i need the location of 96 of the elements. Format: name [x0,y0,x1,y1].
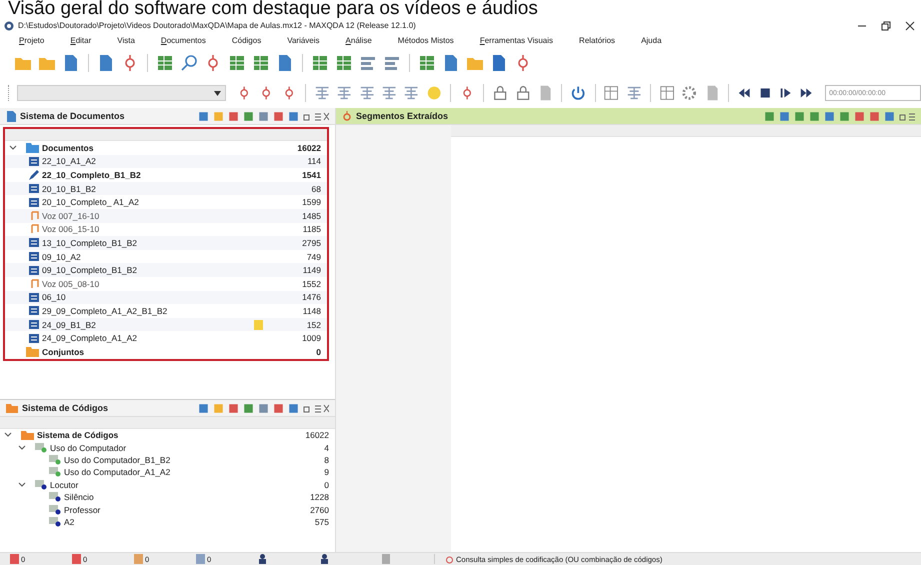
count-text: 575 [314,516,329,527]
count-text: 1476 [302,292,321,302]
document-name[interactable]: Voz 005_08-10 [42,278,100,289]
text-document-icon [29,334,39,343]
menu-item[interactable]: Ferramentas Visuais [472,36,560,45]
menu-item[interactable]: Métodos Mistos [390,36,461,45]
code-name[interactable]: Silêncio [64,492,94,502]
code-name[interactable]: Uso do Computador_B1_B2 [64,454,170,465]
count-text: 0 [316,346,321,357]
count-text: 0 [324,480,329,490]
chevron-icon[interactable] [18,444,26,452]
window-title: D:\Estudos\Doutorado\Projeto\Videos Doutorado\MaxQDA\Mapa de Aulas.mx12 - MAXQDA 12 (Release 12.1.0) [18,21,416,30]
count-text: 1228 [310,492,329,502]
gear-icon[interactable] [681,84,698,102]
document-name[interactable]: 20_10_Completo_ A1_A2 [42,197,139,208]
menu-item[interactable]: Vista [110,36,142,45]
power-icon[interactable] [570,84,587,102]
person-icon [320,554,329,564]
code-icon [49,467,61,478]
count-text: 1599 [302,197,321,208]
window-controls-icon[interactable] [899,112,915,120]
document-name[interactable]: 13_10_Completo_B1_B2 [42,238,137,248]
document-name[interactable]: 29_09_Completo_A1_A2_B1_B2 [42,306,168,316]
menu-item[interactable]: Projeto [12,36,52,45]
music-note-icon [29,210,39,221]
count-text: 1009 [302,333,321,344]
caret-icon [214,90,222,96]
restore-icon[interactable] [881,20,891,30]
count-text: 114 [307,156,321,166]
code-icon [35,442,47,453]
chevron-icon[interactable] [4,431,12,440]
menu-item[interactable]: Códigos [224,36,268,45]
text-document-icon [29,198,39,207]
code-icon [49,516,61,527]
count-text: 9 [324,467,329,478]
code-icon [49,504,61,515]
count-text: 1541 [302,170,321,180]
code-icon [49,492,61,502]
text-document-icon [29,306,39,316]
close-icon[interactable] [905,20,915,30]
document-name[interactable]: 06_10 [42,292,66,302]
music-note-icon [29,224,39,234]
menu-item[interactable]: Documentos [154,36,213,45]
count-text: 152 [306,320,321,330]
code-icon [49,454,61,465]
code-name[interactable]: Sistema de Códigos [37,430,118,440]
count-text: 1149 [302,265,321,276]
panel-title: Sistema de Documentos [20,111,125,121]
folder-name[interactable]: Documentos [42,142,94,153]
person-icon [258,554,267,564]
code-name[interactable]: A2 [64,516,74,527]
count-text: 1485 [302,210,321,221]
document-name[interactable]: 24_09_B1_B2 [42,320,96,330]
document-name[interactable]: 09_10_Completo_B1_B2 [42,265,137,276]
document-name[interactable]: 22_10_Completo_B1_B2 [42,170,141,180]
window-controls-icon[interactable] [303,404,329,412]
chevron-icon[interactable] [9,144,17,152]
folder-name[interactable]: Conjuntos [42,346,84,357]
lock-icon[interactable] [492,84,509,102]
menu-item[interactable]: Ajuda [634,36,669,45]
count-text: 2795 [302,238,321,248]
code-name[interactable]: Uso do Computador_A1_A2 [64,467,170,478]
lock-icon[interactable] [514,84,531,102]
panel-title: Sistema de Códigos [22,403,108,413]
document-name[interactable]: Voz 006_15-10 [42,224,100,234]
music-note-icon [29,278,39,289]
menu-item[interactable]: Relatórios [572,36,622,45]
menu-item[interactable]: Variáveis [280,36,327,45]
menu-item[interactable]: Análise [338,36,379,45]
count-text: 68 [312,184,321,194]
document-name[interactable]: 24_09_Completo_A1_A2 [42,333,137,344]
count-text: 1185 [302,224,321,234]
caption-text: Visão geral do software com destaque para os vídeos e áudios [7,0,539,18]
app-logo-icon [4,20,14,30]
count-text: 2760 [310,504,329,515]
code-name[interactable]: Professor [64,504,100,515]
count-text: 1148 [302,306,321,316]
count-text: 8 [324,454,329,465]
panel-title: Segmentos Extraídos [356,111,448,121]
dropdown-field[interactable] [16,85,226,101]
menu-item[interactable]: Editar [63,36,98,45]
count-text: 749 [306,252,321,262]
code-name[interactable]: Uso do Computador [50,442,126,453]
count-text: 16022 [297,142,321,153]
document-name[interactable]: 09_10_A2 [42,252,81,262]
window-controls-icon[interactable] [303,112,329,120]
chevron-icon[interactable] [18,480,26,489]
text-document-icon [29,252,39,262]
count-text: 1552 [302,278,321,289]
count-text: 4 [324,442,329,453]
document-name[interactable]: 22_10_A1_A2 [42,156,96,166]
code-icon [35,480,47,490]
document-name[interactable]: Voz 007_16-10 [42,210,100,221]
count-text: 16022 [305,430,329,440]
document-name[interactable]: 20_10_B1_B2 [42,184,96,194]
code-name[interactable]: Locutor [50,480,78,490]
